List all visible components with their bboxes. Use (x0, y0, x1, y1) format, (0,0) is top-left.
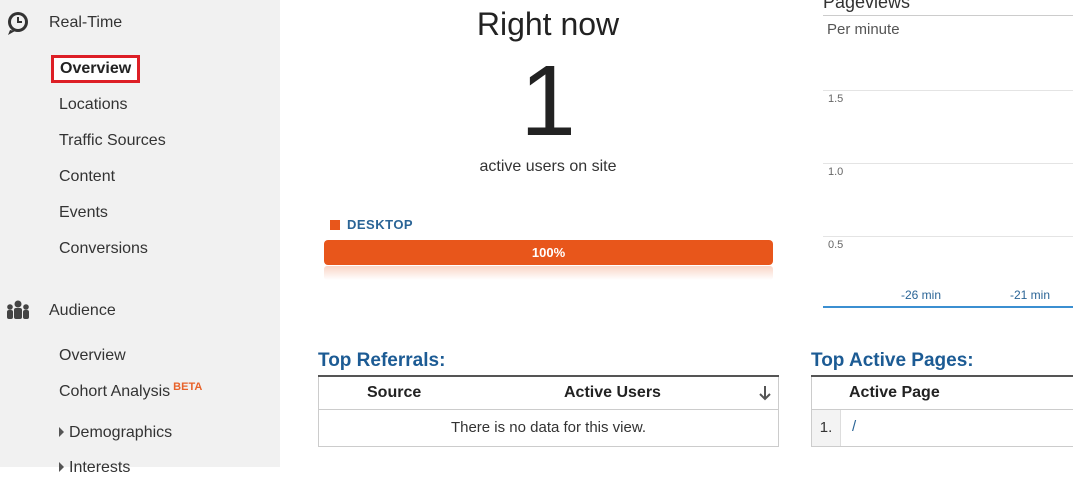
column-header-active-page[interactable]: Active Page (849, 384, 940, 402)
pageviews-subtitle: Per minute (827, 21, 900, 38)
sidebar-item-audience-overview[interactable]: Overview (59, 347, 126, 365)
row-number: 1. (812, 410, 841, 446)
y-tick-label: 1.0 (828, 166, 844, 178)
expand-triangle-icon (59, 462, 64, 472)
grid-line (823, 236, 1073, 237)
clock-icon (8, 12, 28, 35)
active-pages-table-header: Active Page (811, 377, 1073, 410)
top-referrals-title: Top Referrals: (318, 350, 446, 371)
active-pages-table: Active Page 1. / (811, 375, 1073, 447)
sort-arrow-down-icon[interactable] (758, 385, 772, 401)
sidebar-item-conversions[interactable]: Conversions (59, 240, 148, 258)
pageviews-rule (823, 15, 1073, 16)
active-users-label: active users on site (479, 158, 617, 175)
sidebar-item-interests[interactable]: Interests (59, 459, 130, 477)
column-header-active-users[interactable]: Active Users (564, 384, 661, 402)
device-legend: DESKTOP (330, 217, 413, 232)
expand-triangle-icon (59, 427, 64, 437)
active-page-link[interactable]: / (852, 418, 856, 435)
x-tick-label: -21 min (1010, 288, 1051, 302)
y-tick-label: 1.5 (828, 93, 844, 105)
sidebar-item-cohort-analysis[interactable]: Cohort Analysis BETA (59, 381, 203, 401)
active-users-count: 1 (520, 45, 576, 157)
cohort-analysis-label: Cohort Analysis (59, 383, 171, 400)
column-header-source[interactable]: Source (367, 384, 421, 402)
sidebar-item-locations[interactable]: Locations (59, 96, 128, 114)
demographics-label: Demographics (69, 424, 173, 441)
device-legend-label: DESKTOP (347, 217, 414, 232)
audience-label: Audience (49, 302, 116, 319)
realtime-label: Real-Time (49, 14, 123, 31)
x-tick-label: -26 min (901, 288, 942, 302)
legend-swatch (330, 219, 340, 230)
referrals-empty-row: There is no data for this view. (318, 410, 779, 447)
referrals-table: Source Active Users There is no data for… (318, 375, 779, 447)
sidebar-item-traffic-sources[interactable]: Traffic Sources (59, 132, 166, 150)
referrals-table-header: Source Active Users (318, 377, 779, 410)
grid-line (823, 163, 1073, 164)
grid-line (823, 90, 1073, 91)
device-bar-reflection (324, 266, 773, 280)
pageviews-axis (823, 306, 1073, 308)
people-icon (7, 300, 29, 319)
beta-badge: BETA (173, 381, 203, 393)
pageviews-title: Pageviews (823, 0, 911, 12)
interests-label: Interests (69, 459, 131, 476)
sidebar-item-events[interactable]: Events (59, 204, 108, 222)
top-active-pages-title: Top Active Pages: (811, 350, 974, 371)
device-share-bar: 100% (324, 240, 773, 265)
table-row: 1. / (811, 410, 1073, 447)
y-tick-label: 0.5 (828, 239, 844, 251)
sidebar-item-realtime-overview[interactable]: Overview (51, 55, 141, 83)
sidebar: Real-Time Overview Locations Traffic Sou… (0, 0, 280, 476)
sidebar-item-demographics[interactable]: Demographics (59, 424, 172, 442)
right-now-title: Right now (476, 6, 620, 42)
no-data-message: There is no data for this view. (450, 419, 647, 436)
sidebar-item-content[interactable]: Content (59, 168, 115, 186)
